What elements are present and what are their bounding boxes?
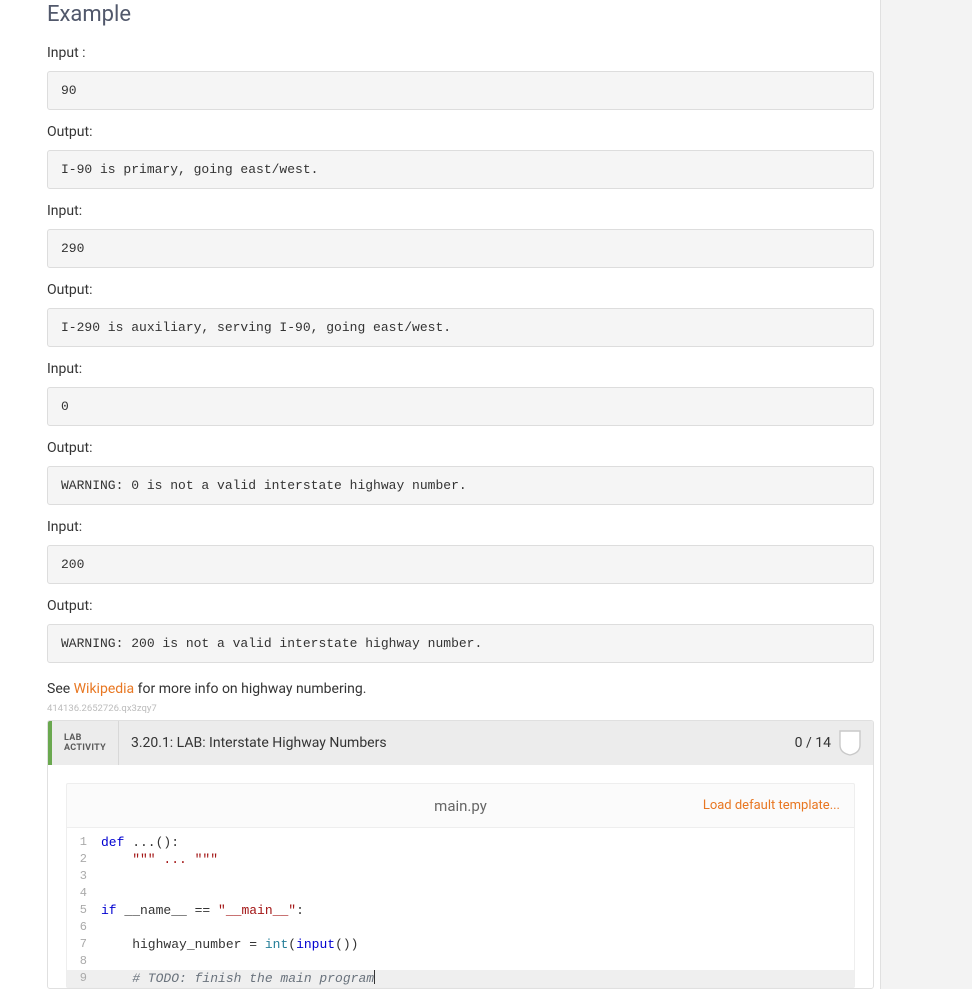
input-box: 90: [47, 71, 874, 110]
watermark: 414136.2652726.qx3zqy7: [47, 703, 880, 714]
section-title: Example: [47, 2, 880, 27]
line-number: 7: [67, 936, 93, 953]
output-label: Output:: [47, 598, 880, 614]
lab-header: LAB ACTIVITY 3.20.1: LAB: Interstate Hig…: [48, 721, 873, 765]
code-editor[interactable]: main.py Load default template... 1def ..…: [66, 783, 855, 988]
output-label: Output:: [47, 124, 880, 140]
load-default-template-link[interactable]: Load default template...: [703, 798, 854, 813]
line-number: 9: [67, 970, 93, 987]
input-label: Input:: [47, 519, 880, 535]
lab-score-value: 0 / 14: [795, 735, 831, 751]
editor-header: main.py Load default template...: [67, 784, 854, 828]
output-box: WARNING: 0 is not a valid interstate hig…: [47, 466, 874, 505]
lab-activity-tag: LAB ACTIVITY: [52, 721, 119, 765]
line-number: 5: [67, 902, 93, 919]
output-box: I-90 is primary, going east/west.: [47, 150, 874, 189]
code-area[interactable]: 1def ...(): 2 """ ... """ 3 4 5if __name…: [67, 828, 854, 987]
output-label: Output:: [47, 440, 880, 456]
line-number: 6: [67, 919, 93, 936]
lab-tag-line1: LAB: [64, 733, 106, 743]
input-label: Input :: [47, 45, 880, 61]
lab-score: 0 / 14: [795, 721, 873, 765]
footnote-prefix: See: [47, 681, 74, 697]
output-box: WARNING: 200 is not a valid interstate h…: [47, 624, 874, 663]
output-box: I-290 is auxiliary, serving I-90, going …: [47, 308, 874, 347]
wikipedia-link[interactable]: Wikipedia: [74, 681, 135, 697]
lab-title: 3.20.1: LAB: Interstate Highway Numbers: [119, 721, 795, 765]
input-box: 200: [47, 545, 874, 584]
line-number: 4: [67, 885, 93, 902]
lab-tag-line2: ACTIVITY: [64, 743, 106, 753]
sidebar-panel: [880, 0, 972, 989]
footnote: See Wikipedia for more info on highway n…: [47, 681, 880, 697]
line-number: 3: [67, 868, 93, 885]
shield-icon: [839, 730, 861, 756]
input-box: 0: [47, 387, 874, 426]
line-number: 1: [67, 834, 93, 851]
lab-card: LAB ACTIVITY 3.20.1: LAB: Interstate Hig…: [47, 720, 874, 989]
input-label: Input:: [47, 361, 880, 377]
input-label: Input:: [47, 203, 880, 219]
footnote-suffix: for more info on highway numbering.: [134, 681, 366, 697]
line-number: 8: [67, 953, 93, 970]
line-number: 2: [67, 851, 93, 868]
output-label: Output:: [47, 282, 880, 298]
input-box: 290: [47, 229, 874, 268]
